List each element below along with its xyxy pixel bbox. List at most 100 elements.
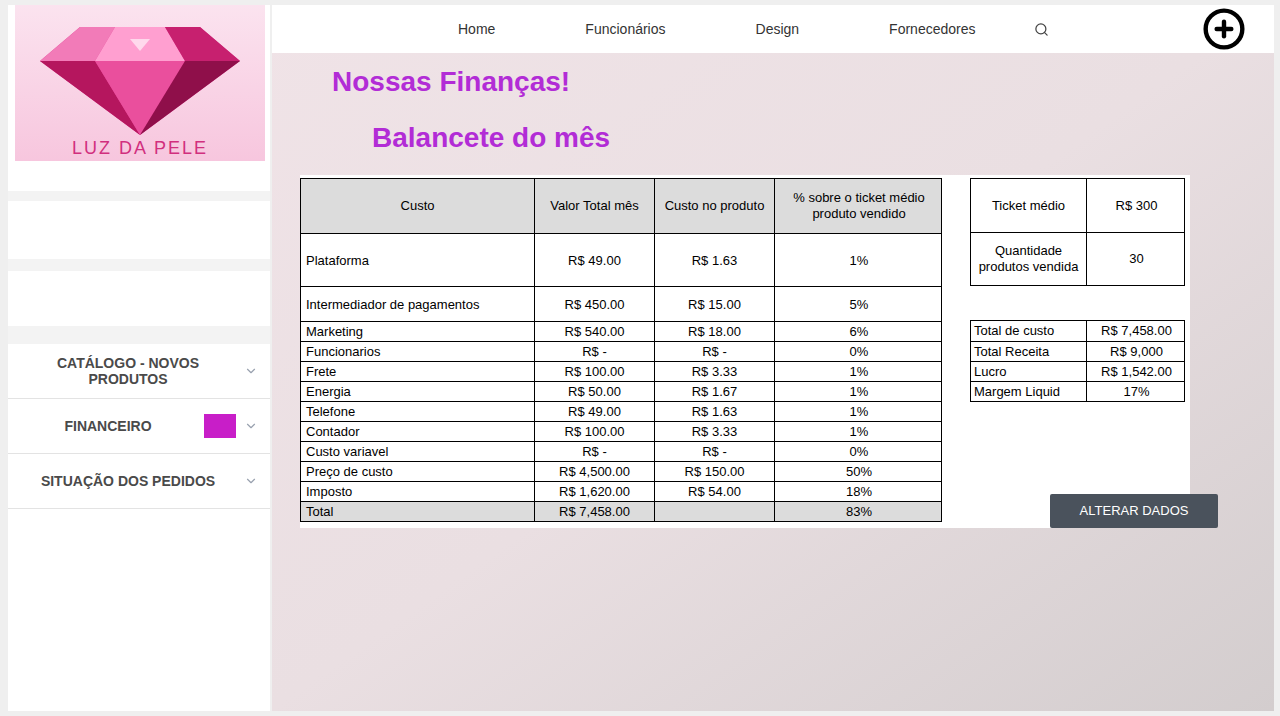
table-cell: Imposto	[301, 482, 534, 501]
cost-table: CustoValor Total mêsCusto no produto% so…	[300, 178, 942, 522]
table-row: PlataformaR$ 49.00R$ 1.631%	[301, 233, 941, 286]
table-row: EnergiaR$ 50.00R$ 1.671%	[301, 381, 941, 401]
sidebar-item[interactable]: CATÁLOGO - NOVOS PRODUTOS	[8, 344, 270, 399]
table-cell: Custo variavel	[301, 442, 534, 461]
app: LUZ DA PELE CATÁLOGO - NOVOS PRODUTOSFINA…	[0, 0, 1280, 716]
table-row: FreteR$ 100.00R$ 3.331%	[301, 361, 941, 381]
summary-row: Ticket médioR$ 300	[971, 179, 1184, 232]
table-cell: R$ 100.00	[534, 362, 654, 381]
chevron-down-icon	[244, 419, 258, 433]
page-title: Nossas Finanças!	[332, 65, 1274, 99]
table-row: ContadorR$ 100.00R$ 3.331%	[301, 421, 941, 441]
table-cell	[654, 502, 774, 521]
table-cell: 18%	[774, 482, 943, 501]
table-cell: 1%	[774, 422, 943, 441]
logo-text: LUZ DA PELE	[72, 137, 208, 159]
table-cell: 0%	[774, 342, 943, 361]
sidebar-item[interactable]: SITUAÇÃO DOS PEDIDOS	[8, 454, 270, 509]
table-row: MarketingR$ 540.00R$ 18.006%	[301, 321, 941, 341]
table-cell: Funcionarios	[301, 342, 534, 361]
table-cell: R$ 18.00	[654, 322, 774, 341]
table-cell: Frete	[301, 362, 534, 381]
summary-row: LucroR$ 1,542.00	[971, 361, 1184, 381]
table-cell: Energia	[301, 382, 534, 401]
table-cell: 6%	[774, 322, 943, 341]
total-row: TotalR$ 7,458.00 83%	[301, 501, 941, 521]
table-cell: R$ -	[534, 342, 654, 361]
plus-circle-icon[interactable]	[1202, 7, 1246, 51]
top-nav: Home Funcionários Design Fornecedores	[272, 5, 1274, 53]
table-cell: R$ 49.00	[534, 402, 654, 421]
summary-row: Quantidade produtos vendida30	[971, 232, 1184, 285]
table-cell: R$ 3.33	[654, 422, 774, 441]
table-cell: 1%	[774, 402, 943, 421]
table-cell: R$ 7,458.00	[534, 502, 654, 521]
table-cell: R$ -	[654, 442, 774, 461]
table-cell: 0%	[774, 442, 943, 461]
sidebar: LUZ DA PELE CATÁLOGO - NOVOS PRODUTOSFINA…	[8, 5, 270, 711]
table-cell: R$ -	[654, 342, 774, 361]
alter-data-button[interactable]: ALTERAR DADOS	[1050, 494, 1218, 528]
nav-link[interactable]: Home	[458, 19, 495, 40]
table-cell: R$ -	[534, 442, 654, 461]
table-cell: R$ 540.00	[534, 322, 654, 341]
results-table: Total de custoR$ 7,458.00Total ReceitaR$…	[970, 320, 1185, 402]
sidebar-separator	[8, 191, 270, 201]
table-cell: R$ 54.00	[654, 482, 774, 501]
table-cell: Intermediador de pagamentos	[301, 287, 534, 321]
column-header: Custo	[301, 179, 534, 233]
table-row: FuncionariosR$ -R$ -0%	[301, 341, 941, 361]
selected-marker	[204, 414, 236, 438]
table-cell: R$ 15.00	[654, 287, 774, 321]
table-row: ImpostoR$ 1,620.00R$ 54.0018%	[301, 481, 941, 501]
table-cell: Total	[301, 502, 534, 521]
table-cell: Plataforma	[301, 234, 534, 286]
logo[interactable]: LUZ DA PELE	[15, 5, 265, 161]
table-cell: 5%	[774, 287, 943, 321]
summary-row: Total de custoR$ 7,458.00	[971, 321, 1184, 341]
sidebar-item[interactable]: FINANCEIRO	[8, 399, 270, 454]
table-cell: R$ 49.00	[534, 234, 654, 286]
diamond-icon	[35, 19, 245, 137]
column-header: Custo no produto	[654, 179, 774, 233]
table-cell: R$ 150.00	[654, 462, 774, 481]
table-cell: Telefone	[301, 402, 534, 421]
table-cell: Contador	[301, 422, 534, 441]
summary: Ticket médioR$ 300Quantidade produtos ve…	[970, 178, 1190, 522]
table-cell: R$ 1.63	[654, 402, 774, 421]
summary-row: Margem Liquid17%	[971, 381, 1184, 401]
nav-link[interactable]: Design	[756, 19, 800, 40]
table-cell: R$ 50.00	[534, 382, 654, 401]
sidebar-separator	[8, 326, 270, 344]
summary-row: Total ReceitaR$ 9,000	[971, 341, 1184, 361]
table-cell: R$ 100.00	[534, 422, 654, 441]
table-cell: R$ 450.00	[534, 287, 654, 321]
table-cell: R$ 4,500.00	[534, 462, 654, 481]
table-cell: R$ 1,620.00	[534, 482, 654, 501]
table-cell: R$ 3.33	[654, 362, 774, 381]
table-row: TelefoneR$ 49.00R$ 1.631%	[301, 401, 941, 421]
table-cell: 83%	[774, 502, 943, 521]
table-row: Custo variavelR$ -R$ -0%	[301, 441, 941, 461]
page-subtitle: Balancete do mês	[372, 121, 1274, 155]
search-icon[interactable]	[1034, 22, 1049, 37]
table-cell: 1%	[774, 234, 943, 286]
column-header: % sobre o ticket médio produto vendido	[774, 179, 943, 233]
ticket-table: Ticket médioR$ 300Quantidade produtos ve…	[970, 178, 1185, 286]
table-header: CustoValor Total mêsCusto no produto% so…	[301, 179, 941, 233]
chevron-down-icon	[244, 364, 258, 378]
balance-panel: CustoValor Total mêsCusto no produto% so…	[300, 175, 1190, 528]
table-cell: 50%	[774, 462, 943, 481]
table-row: Intermediador de pagamentosR$ 450.00R$ 1…	[301, 286, 941, 321]
nav-link[interactable]: Fornecedores	[889, 19, 975, 40]
nav-link[interactable]: Funcionários	[585, 19, 665, 40]
table-cell: R$ 1.63	[654, 234, 774, 286]
table-cell: 1%	[774, 382, 943, 401]
column-header: Valor Total mês	[534, 179, 654, 233]
chevron-down-icon	[244, 474, 258, 488]
main: Home Funcionários Design Fornecedores Nossas…	[272, 5, 1274, 711]
table-cell: R$ 1.67	[654, 382, 774, 401]
table-row: Preço de custoR$ 4,500.00R$ 150.0050%	[301, 461, 941, 481]
sidebar-separator	[8, 259, 270, 271]
table-cell: Preço de custo	[301, 462, 534, 481]
